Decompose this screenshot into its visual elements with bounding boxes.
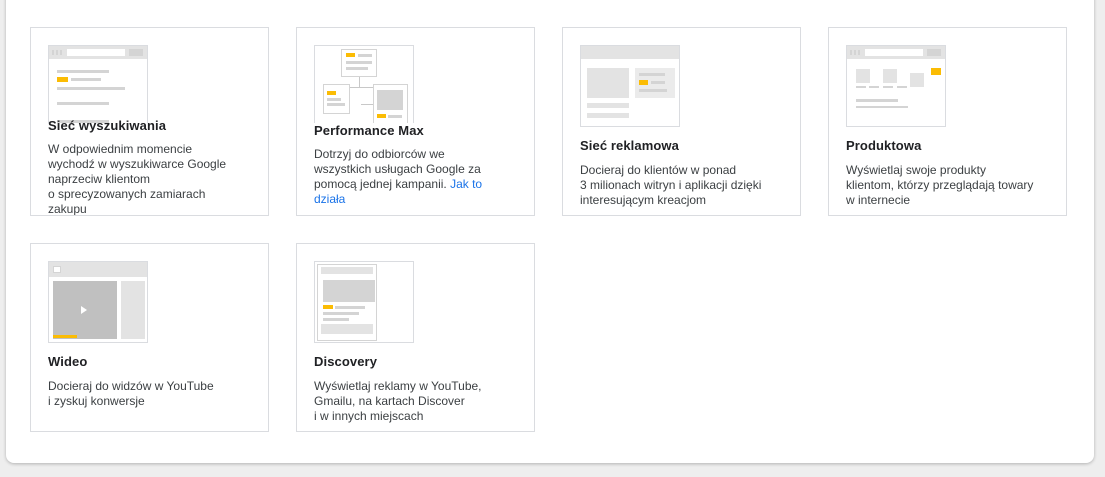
card-title: Discovery bbox=[314, 354, 378, 369]
discovery-illustration bbox=[314, 261, 414, 343]
card-description: Docieraj do klientów w ponad 3 milionach… bbox=[580, 163, 785, 208]
card-video[interactable]: Wideo Docieraj do widzów w YouTube i zys… bbox=[30, 243, 269, 432]
learn-more-link-continued[interactable]: działa bbox=[314, 192, 345, 206]
card-search-network[interactable]: Sieć wyszukiwania W odpowiednim momencie… bbox=[30, 27, 269, 216]
desc-line: Wyświetlaj reklamy w YouTube, bbox=[314, 379, 482, 393]
desc-text: pomocą jednej kampanii. bbox=[314, 177, 451, 191]
desc-line: pomocą jednej kampanii. Jak to bbox=[314, 177, 519, 192]
desc-line: Docieraj do widzów w YouTube bbox=[48, 379, 214, 393]
play-icon bbox=[81, 306, 87, 314]
desc-line: Dotrzyj do odbiorców we bbox=[314, 147, 445, 161]
card-description: Docieraj do widzów w YouTube i zyskuj ko… bbox=[48, 379, 253, 409]
card-title: Sieć wyszukiwania bbox=[48, 118, 167, 133]
desc-line: interesującym kreacjom bbox=[580, 193, 707, 207]
desc-line: w internecie bbox=[846, 193, 911, 207]
video-illustration bbox=[48, 261, 148, 343]
card-description: Dotrzyj do odbiorców we wszystkich usług… bbox=[314, 147, 519, 207]
desc-line: W odpowiednim momencie bbox=[48, 142, 193, 156]
card-performance-max[interactable]: Performance Max Dotrzyj do odbiorców we … bbox=[296, 27, 535, 216]
campaign-type-panel: Sieć wyszukiwania W odpowiednim momencie… bbox=[6, 0, 1094, 463]
learn-more-link[interactable]: Jak to bbox=[450, 177, 482, 191]
desc-line: naprzeciw klientom bbox=[48, 172, 151, 186]
card-description: W odpowiednim momencie wychodź w wyszuki… bbox=[48, 142, 253, 216]
desc-line: klientom, którzy przeglądają towary bbox=[846, 178, 1034, 192]
desc-line: Docieraj do klientów w ponad bbox=[580, 163, 737, 177]
desc-line: działa bbox=[314, 192, 519, 207]
card-title: Sieć reklamowa bbox=[580, 138, 679, 153]
card-title: Produktowa bbox=[846, 138, 922, 153]
desc-line: wszystkich usługach Google za bbox=[314, 162, 481, 176]
shopping-illustration bbox=[846, 45, 946, 127]
desc-line: 3 milionach witryn i aplikacji dzięki bbox=[580, 178, 762, 192]
card-title: Wideo bbox=[48, 354, 88, 369]
desc-line: i w innych miejscach bbox=[314, 409, 424, 423]
card-display-network[interactable]: Sieć reklamowa Docieraj do klientów w po… bbox=[562, 27, 801, 216]
card-title: Performance Max bbox=[314, 123, 424, 138]
desc-line: i zyskuj konwersje bbox=[48, 394, 145, 408]
display-network-illustration bbox=[580, 45, 680, 127]
desc-line: o sprecyzowanych zamiarach bbox=[48, 187, 206, 201]
card-description: Wyświetlaj reklamy w YouTube, Gmailu, na… bbox=[314, 379, 519, 424]
desc-line: wychodź w wyszukiwarce Google bbox=[48, 157, 227, 171]
card-description: Wyświetlaj swoje produkty klientom, któr… bbox=[846, 163, 1051, 208]
desc-line: Wyświetlaj swoje produkty bbox=[846, 163, 986, 177]
desc-line: zakupu bbox=[48, 202, 87, 216]
search-network-illustration bbox=[48, 45, 148, 123]
desc-line: Gmailu, na kartach Discover bbox=[314, 394, 465, 408]
performance-max-illustration bbox=[314, 45, 414, 123]
card-shopping[interactable]: Produktowa Wyświetlaj swoje produkty kli… bbox=[828, 27, 1067, 216]
card-discovery[interactable]: Discovery Wyświetlaj reklamy w YouTube, … bbox=[296, 243, 535, 432]
